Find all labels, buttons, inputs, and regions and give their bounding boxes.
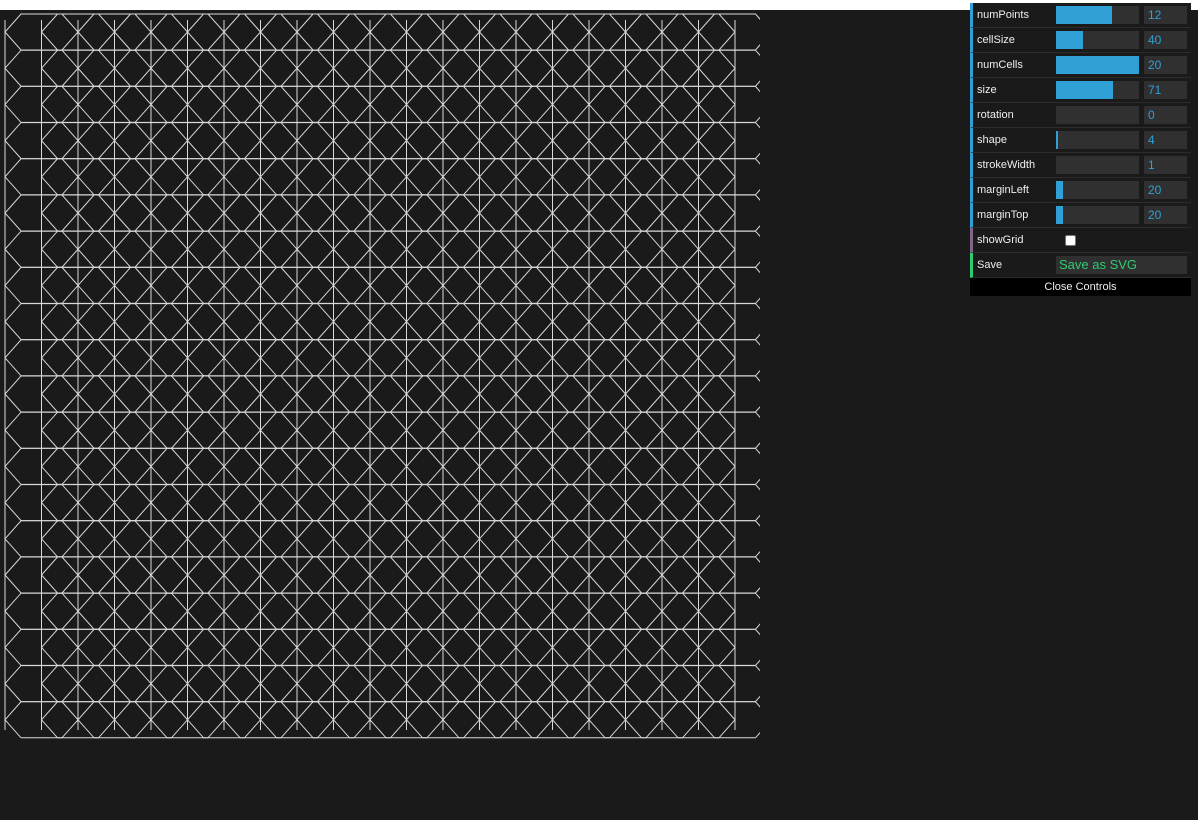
pattern-shape [697,628,760,666]
pattern-shape [697,122,760,160]
close-controls-button[interactable]: Close Controls [970,278,1191,296]
pattern-shape [697,194,760,232]
pattern-canvas [4,13,760,739]
pattern-shape [697,556,760,594]
numcells-label: numCells [977,59,1023,71]
pattern-shape [697,230,760,268]
controls-panel: numPoints 12 cellSize 40 numCells 20 siz… [970,3,1191,296]
cellsize-label: cellSize [977,34,1015,46]
control-row-showgrid: showGrid [970,228,1191,253]
rotation-label: rotation [977,109,1014,121]
control-row-strokewidth: strokeWidth 1 [970,153,1191,178]
strokewidth-slider[interactable] [1056,156,1139,174]
cellsize-slider[interactable] [1056,31,1139,49]
control-row-size: size 71 [970,78,1191,103]
size-slider-fill [1056,81,1113,99]
control-row-rotation: rotation 0 [970,103,1191,128]
control-row-numpoints: numPoints 12 [970,3,1191,28]
shape-label: shape [977,134,1007,146]
rotation-input[interactable]: 0 [1144,106,1187,124]
shape-input[interactable]: 4 [1144,131,1187,149]
marginleft-slider-fill [1056,181,1063,199]
pattern-shape [697,266,760,304]
pattern-shape [697,303,760,341]
pattern-shape [697,49,760,87]
numpoints-label: numPoints [977,9,1029,21]
control-row-cellsize: cellSize 40 [970,28,1191,53]
cellsize-input[interactable]: 40 [1144,31,1187,49]
rotation-slider[interactable] [1056,106,1139,124]
shape-slider-fill [1056,131,1058,149]
size-input[interactable]: 71 [1144,81,1187,99]
pattern-shape [697,701,760,739]
pattern-shape [697,13,760,51]
numpoints-slider-fill [1056,6,1112,24]
pattern-shape [697,411,760,449]
save-label: Save [977,259,1003,271]
strokewidth-label: strokeWidth [977,159,1036,171]
pattern-shape [697,375,760,413]
pattern-shape [697,592,760,630]
numcells-slider-fill [1056,56,1139,74]
pattern-shape [697,665,760,703]
pattern-shape [697,85,760,123]
shape-slider[interactable] [1056,131,1139,149]
numpoints-slider[interactable] [1056,6,1139,24]
pattern-shape [697,158,760,196]
control-row-shape: shape 4 [970,128,1191,153]
showgrid-label: showGrid [977,234,1024,246]
numcells-input[interactable]: 20 [1144,56,1187,74]
strokewidth-input[interactable]: 1 [1144,156,1187,174]
size-label: size [977,84,997,96]
numpoints-input[interactable]: 12 [1144,6,1187,24]
control-row-numcells: numCells 20 [970,53,1191,78]
showgrid-checkbox[interactable] [1065,235,1076,246]
marginleft-input[interactable]: 20 [1144,181,1187,199]
pattern-shape [697,484,760,522]
size-slider[interactable] [1056,81,1139,99]
cellsize-slider-fill [1056,31,1083,49]
control-row-save: Save Save as SVG [970,253,1191,278]
pattern-shape [697,447,760,485]
margintop-slider[interactable] [1056,206,1139,224]
save-svg-button[interactable]: Save as SVG [1056,256,1187,274]
margintop-slider-fill [1056,206,1063,224]
control-row-marginleft: marginLeft 20 [970,178,1191,203]
marginleft-label: marginLeft [977,184,1029,196]
margintop-label: marginTop [977,209,1029,221]
margintop-input[interactable]: 20 [1144,206,1187,224]
pattern-shape [697,520,760,558]
numcells-slider[interactable] [1056,56,1139,74]
control-row-margintop: marginTop 20 [970,203,1191,228]
controls-list: numPoints 12 cellSize 40 numCells 20 siz… [970,3,1191,228]
pattern-shape [697,339,760,377]
marginleft-slider[interactable] [1056,181,1139,199]
